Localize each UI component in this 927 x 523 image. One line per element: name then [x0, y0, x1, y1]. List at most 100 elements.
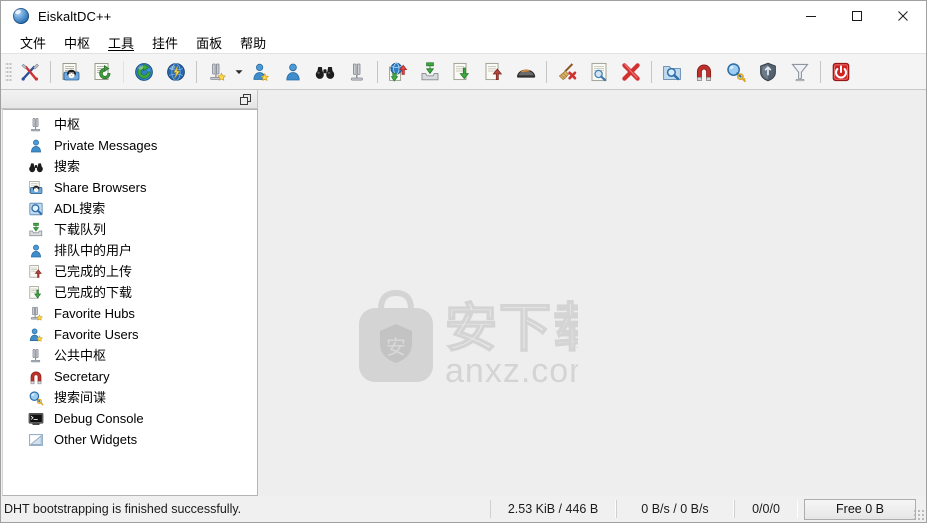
- toolbar-separator: [377, 60, 378, 83]
- favorite-hubs-icon[interactable]: [201, 56, 233, 88]
- watermark: 安 安下载 anxz.com: [350, 278, 607, 390]
- queued-users-icon[interactable]: [277, 56, 309, 88]
- restore-window-icon[interactable]: [237, 91, 254, 108]
- status-speed: 0 B/s / 0 B/s: [616, 500, 734, 518]
- sidebar-item-label: Debug Console: [54, 411, 144, 426]
- clear-icon[interactable]: [551, 56, 583, 88]
- svg-text:安下载: 安下载: [445, 299, 578, 359]
- widgets-list: 中枢 Private Messages 搜索 Share Browsers AD…: [3, 110, 257, 450]
- widgets-dock-panel: 中枢 Private Messages 搜索 Share Browsers AD…: [1, 90, 258, 496]
- globe-icon: [13, 8, 29, 24]
- main-toolbar: [1, 53, 926, 90]
- chevron-down-icon[interactable]: [233, 57, 245, 87]
- sidebar-item-debug-console[interactable]: Debug Console: [3, 408, 257, 429]
- sidebar-item-label: Other Widgets: [54, 432, 138, 447]
- sidebar-item-label: 公共中枢: [54, 348, 107, 363]
- doc-down-icon: [27, 284, 45, 302]
- doc-up-icon: [27, 263, 45, 281]
- toolbar-separator: [820, 60, 821, 83]
- window-title: EiskaltDC++: [38, 8, 112, 24]
- sidebar-item-queued-users[interactable]: 排队中的用户: [3, 240, 257, 261]
- share-browser-icon: [27, 179, 45, 197]
- download-queue-icon[interactable]: [414, 56, 446, 88]
- minimize-button[interactable]: [788, 1, 834, 31]
- sidebar-item-label: 排队中的用户: [54, 243, 133, 258]
- sidebar-item-label: 下载队列: [54, 222, 107, 237]
- finished-downloads-icon[interactable]: [446, 56, 478, 88]
- sidebar-item-label: Share Browsers: [54, 180, 147, 195]
- sidebar-item-share-browsers[interactable]: Share Browsers: [3, 177, 257, 198]
- file-list-icon[interactable]: [583, 56, 615, 88]
- menu-bar: 文件 中枢 工具 挂件 面板 帮助: [1, 31, 926, 53]
- sidebar-item-adl-search[interactable]: ADL搜索: [3, 198, 257, 219]
- favorite-users-icon[interactable]: [245, 56, 277, 88]
- menu-panels[interactable]: 面板: [187, 31, 231, 54]
- sidebar-item-finished-downloads[interactable]: 已完成的下载: [3, 282, 257, 303]
- sidebar-item-finished-uploads[interactable]: 已完成的上传: [3, 261, 257, 282]
- magnet-icon[interactable]: [688, 56, 720, 88]
- maximize-button[interactable]: [834, 1, 880, 31]
- widgets-list-container[interactable]: 中枢 Private Messages 搜索 Share Browsers AD…: [2, 109, 258, 496]
- sidebar-item-hubs[interactable]: 中枢: [3, 114, 257, 135]
- spy-frame-icon[interactable]: [510, 56, 542, 88]
- status-ratio: 2.53 KiB / 446 B: [490, 500, 616, 518]
- user-icon: [27, 137, 45, 155]
- status-free-space[interactable]: Free 0 B: [804, 498, 916, 520]
- sidebar-item-favorite-users[interactable]: Favorite Users: [3, 324, 257, 345]
- search-spy-icon[interactable]: [656, 56, 688, 88]
- sidebar-item-search-spy[interactable]: 搜索间谍: [3, 387, 257, 408]
- quit-icon[interactable]: [825, 56, 857, 88]
- sidebar-item-label: Secretary: [54, 369, 110, 384]
- menu-widgets[interactable]: 挂件: [143, 31, 187, 54]
- search-icon[interactable]: [309, 56, 341, 88]
- quick-connect-icon[interactable]: [128, 56, 160, 88]
- toolbar-grip[interactable]: [5, 60, 12, 83]
- resize-grip[interactable]: [912, 508, 924, 520]
- refresh-share-icon[interactable]: [87, 56, 119, 88]
- svg-text:anxz.com: anxz.com: [445, 352, 578, 390]
- sidebar-item-label: 已完成的下载: [54, 285, 133, 300]
- menu-tools[interactable]: 工具: [99, 31, 143, 54]
- search-key-icon[interactable]: [720, 56, 752, 88]
- sidebar-item-private-messages[interactable]: Private Messages: [3, 135, 257, 156]
- toolbar-separator: [123, 60, 124, 83]
- sidebar-item-download-queue[interactable]: 下载队列: [3, 219, 257, 240]
- status-bar: DHT bootstrapping is finished successful…: [1, 496, 926, 522]
- menu-help[interactable]: 帮助: [231, 31, 275, 54]
- sidebar-item-label: Favorite Users: [54, 327, 139, 342]
- sidebar-item-label: 已完成的上传: [54, 264, 133, 279]
- toolbar-separator: [546, 60, 547, 83]
- close-button[interactable]: [880, 1, 926, 31]
- filter-icon[interactable]: [784, 56, 816, 88]
- hub-icon: [27, 116, 45, 134]
- user-icon: [27, 242, 45, 260]
- reconnect-icon[interactable]: [160, 56, 192, 88]
- sidebar-item-label: 搜索间谍: [54, 390, 107, 405]
- security-icon[interactable]: [752, 56, 784, 88]
- mdi-area: 安 安下载 anxz.com: [1, 90, 926, 496]
- console-icon: [27, 410, 45, 428]
- hash-progress-icon[interactable]: [55, 56, 87, 88]
- adl-search-icon[interactable]: [382, 56, 414, 88]
- window-controls: [788, 1, 926, 31]
- search-spy-icon: [27, 389, 45, 407]
- sidebar-item-search[interactable]: 搜索: [3, 156, 257, 177]
- finished-uploads-icon[interactable]: [478, 56, 510, 88]
- public-hubs-icon[interactable]: [341, 56, 373, 88]
- sidebar-item-label: 搜索: [54, 159, 81, 174]
- menu-hubs[interactable]: 中枢: [55, 31, 99, 54]
- dock-title-bar: [1, 90, 258, 109]
- sidebar-item-favorite-hubs[interactable]: Favorite Hubs: [3, 303, 257, 324]
- sidebar-item-secretary[interactable]: Secretary: [3, 366, 257, 387]
- remove-icon[interactable]: [615, 56, 647, 88]
- sidebar-item-label: Private Messages: [54, 138, 158, 153]
- sidebar-item-public-hubs[interactable]: 公共中枢: [3, 345, 257, 366]
- settings-tools-icon[interactable]: [14, 56, 46, 88]
- status-slots: 0/0/0: [734, 500, 798, 518]
- toolbar-separator: [651, 60, 652, 83]
- menu-file[interactable]: 文件: [11, 31, 55, 54]
- sidebar-item-label: Favorite Hubs: [54, 306, 135, 321]
- sidebar-item-other-widgets[interactable]: Other Widgets: [3, 429, 257, 450]
- user-star-icon: [27, 326, 45, 344]
- main-window: EiskaltDC++ 文件 中枢 工具 挂件 面板 帮助 安 安下 anxz.…: [0, 0, 927, 523]
